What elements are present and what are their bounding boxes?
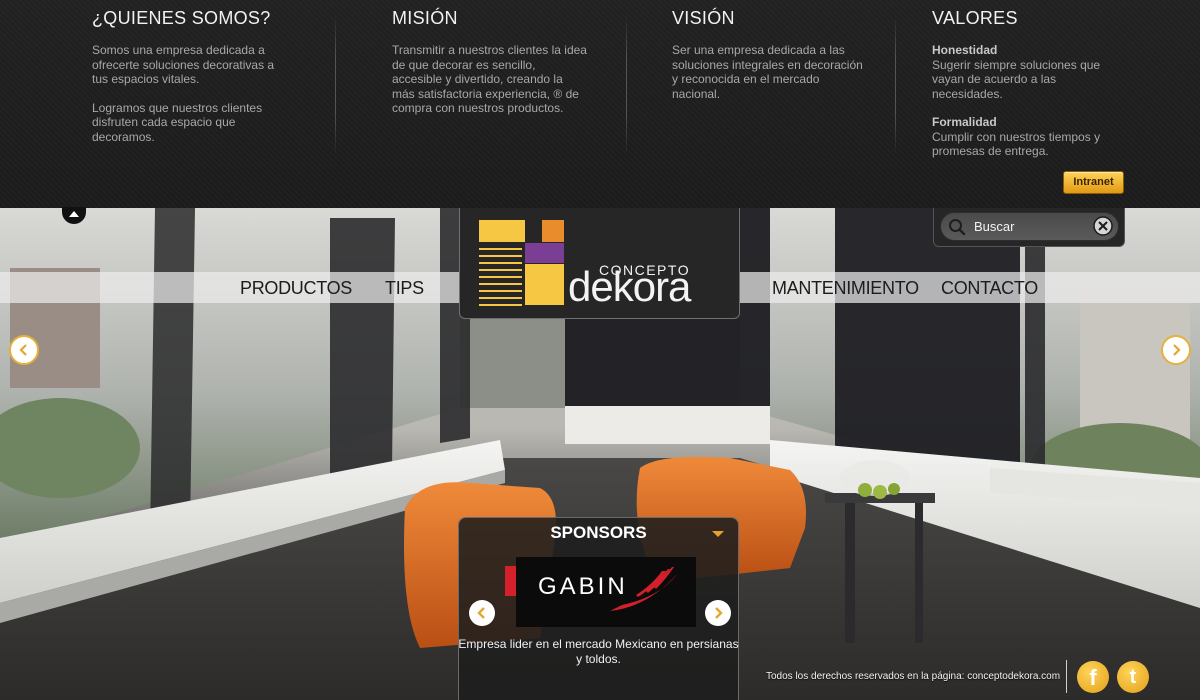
copyright-text: Todos los derechos reservados en la pági… (766, 671, 1061, 682)
chevron-down-icon[interactable] (712, 531, 724, 537)
nav-item-productos[interactable]: PRODUCTOS (240, 278, 352, 299)
section-text: Transmitir a nuestros clientes la idea d… (392, 43, 587, 115)
chevron-left-icon (19, 344, 27, 356)
section-text: Ser una empresa dedicada a las solucione… (672, 43, 863, 101)
section-title: MISIÓN (392, 8, 458, 28)
sponsors-title: SPONSORS (550, 523, 647, 542)
value-text: Cumplir con nuestros tiempos y promesas … (932, 129, 1101, 159)
close-icon[interactable] (1093, 216, 1113, 236)
chevron-left-icon (477, 607, 485, 619)
facebook-icon[interactable]: f (1077, 661, 1109, 693)
value-name: Formalidad (932, 115, 997, 129)
sponsor-accent (505, 566, 516, 596)
column-divider (626, 15, 627, 155)
section-title: VISIÓN (672, 8, 735, 28)
slider-next-button[interactable] (1161, 335, 1191, 365)
section-valores: VALORES Honestidad Sugerir siempre soluc… (932, 8, 1112, 173)
twitter-icon[interactable]: t (1117, 661, 1149, 693)
intranet-button[interactable]: Intranet (1063, 171, 1124, 194)
section-text: Somos una empresa dedicada a ofrecerte s… (92, 43, 275, 86)
nav-item-tips[interactable]: TIPS (385, 278, 424, 299)
chevron-right-icon (1173, 344, 1181, 356)
section-text: Logramos que nuestros clientes disfruten… (92, 100, 263, 144)
nav-item-mantenimiento[interactable]: MANTENIMIENTO (772, 278, 919, 299)
sponsor-prev-button[interactable] (469, 600, 495, 626)
sponsor-description: Empresa lider en el mercado Mexicano en … (458, 637, 739, 666)
value-name: Honestidad (932, 43, 998, 57)
logo-mark-icon (479, 220, 564, 306)
search-icon[interactable] (948, 218, 966, 236)
footer-divider (1066, 660, 1067, 693)
nav-item-contacto[interactable]: CONTACTO (941, 278, 1038, 299)
wing-logo-icon (610, 567, 678, 611)
slider-prev-button[interactable] (9, 335, 39, 365)
value-text: Sugerir siempre soluciones que vayan de … (932, 57, 1101, 101)
column-divider (895, 15, 896, 155)
column-divider (335, 15, 336, 155)
sponsor-next-button[interactable] (705, 600, 731, 626)
search-input[interactable] (974, 216, 1084, 236)
section-quienes-somos: ¿QUIENES SOMOS? Somos una empresa dedica… (92, 8, 292, 144)
section-vision: VISIÓN Ser una empresa dedicada a las so… (672, 8, 867, 101)
logo-main-text: dekora (568, 263, 691, 310)
section-title: ¿QUIENES SOMOS? (92, 8, 271, 28)
chevron-right-icon (715, 607, 723, 619)
section-mision: MISIÓN Transmitir a nuestros clientes la… (392, 8, 587, 116)
section-title: VALORES (932, 8, 1018, 28)
